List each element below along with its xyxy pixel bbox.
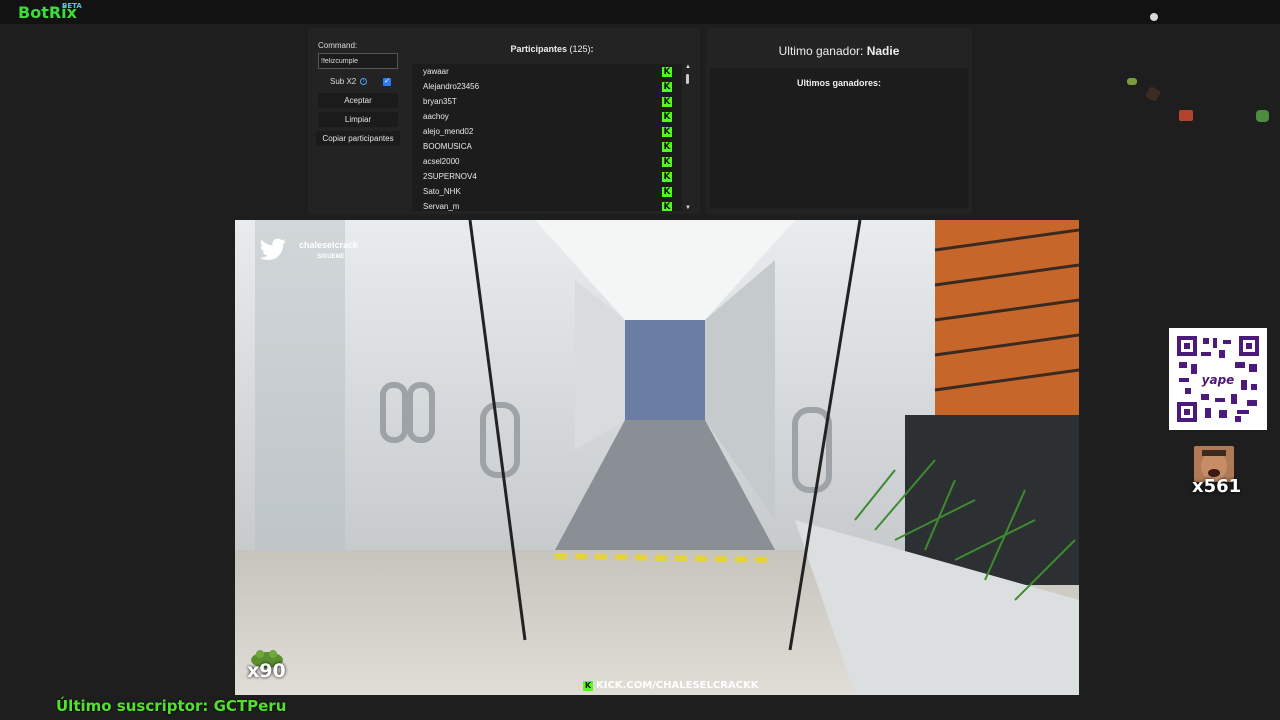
scroll-up-icon[interactable]: ▲ xyxy=(685,64,691,70)
list-item: alejo_mend02 K xyxy=(412,124,682,139)
recent-winners-box: Ultimos ganadores: xyxy=(710,68,968,208)
yape-logo-text: yape xyxy=(1202,373,1235,387)
list-item: 2SUPERNOV4 K xyxy=(412,169,682,184)
list-item: Sato_NHK K xyxy=(412,184,682,199)
participant-name: 2SUPERNOV4 xyxy=(423,172,477,181)
emote-counter: x90 xyxy=(247,660,286,682)
copy-participants-button[interactable]: Copiar participantes xyxy=(316,131,400,146)
kick-icon: K xyxy=(662,112,672,122)
participant-name: bryan35T xyxy=(423,97,457,106)
scroll-thumb[interactable] xyxy=(686,74,689,84)
emote-icon xyxy=(1179,110,1193,121)
participant-name: yawaar xyxy=(423,67,449,76)
kick-icon: K xyxy=(662,187,672,197)
kick-icon: K xyxy=(662,97,672,107)
sidebar-counter: x561 xyxy=(1192,476,1242,497)
kick-icon: K xyxy=(662,142,672,152)
kick-icon: K xyxy=(662,67,672,77)
sub-x2-checkbox[interactable]: ✓ xyxy=(383,78,391,86)
participant-name: aachoy xyxy=(423,112,449,121)
kick-logo-icon: K xyxy=(583,680,593,691)
twitter-icon xyxy=(259,238,286,261)
beta-badge: BETA xyxy=(62,2,82,10)
twitter-handle: chaleselcrack xyxy=(299,240,359,250)
participant-name: acsel2000 xyxy=(423,157,460,166)
last-subscriber: Último suscriptor: GCTPeru xyxy=(56,697,287,715)
info-icon[interactable]: i xyxy=(360,78,368,85)
last-winner-value: Nadie xyxy=(866,44,900,58)
kick-icon: K xyxy=(662,127,672,137)
emote-icon xyxy=(1256,110,1269,122)
last-winner: Ultimo ganador: Nadie xyxy=(706,44,972,58)
list-item: bryan35T K xyxy=(412,94,682,109)
qr-code-icon: yape xyxy=(1175,334,1261,424)
clear-button[interactable]: Limpiar xyxy=(318,112,398,127)
command-label: Command: xyxy=(318,41,358,50)
participants-scrollbar[interactable]: ▲ ▼ xyxy=(684,64,692,211)
kick-url-text: KICK.COM/CHALESELCRACKK xyxy=(596,680,759,691)
twitter-follow-text: SIGUEME xyxy=(317,254,345,260)
eye-icon xyxy=(1150,13,1158,21)
recent-winners-title: Ultimos ganadores: xyxy=(796,78,881,88)
participants-list[interactable]: yawaar K Alejandro23456 K bryan35T K aachoy… xyxy=(412,64,682,211)
list-item: Servan_m K xyxy=(412,199,682,211)
sub-x2-option: Sub X2 i xyxy=(330,77,368,86)
participant-name: Servan_m xyxy=(423,202,460,211)
top-bar: BotRix BETA xyxy=(0,0,1280,24)
giveaway-panel: Command: Sub X2 i ✓ Aceptar Limpiar Copi… xyxy=(308,28,700,214)
last-winner-label: Ultimo ganador: xyxy=(778,44,864,58)
kick-icon: K xyxy=(662,82,672,92)
emote-icon xyxy=(1127,78,1137,85)
participants-count: (125) xyxy=(569,44,591,54)
participant-name: Sato_NHK xyxy=(423,187,461,196)
participants-title: Participantes (125): xyxy=(412,44,692,54)
participant-name: BOOMUSICA xyxy=(423,142,472,151)
kick-icon: K xyxy=(662,172,672,182)
list-item: yawaar K xyxy=(412,64,682,79)
list-item: aachoy K xyxy=(412,109,682,124)
emote-icon xyxy=(1144,85,1162,103)
participant-name: alejo_mend02 xyxy=(423,127,474,136)
yape-qr-code: yape xyxy=(1169,328,1267,430)
list-item: Alejandro23456 K xyxy=(412,79,682,94)
participant-name: Alejandro23456 xyxy=(423,82,480,91)
camera-scene xyxy=(235,220,1079,695)
sub-x2-label: Sub X2 xyxy=(330,77,357,86)
scroll-down-icon[interactable]: ▼ xyxy=(685,205,691,211)
accept-button[interactable]: Aceptar xyxy=(318,93,398,108)
list-item: BOOMUSICA K xyxy=(412,139,682,154)
stream-video: chaleselcrack SIGUEME x90 K KICK.COM/CHA… xyxy=(235,220,1079,695)
command-input[interactable] xyxy=(318,53,398,69)
kick-icon: K xyxy=(662,157,672,167)
list-item: acsel2000 K xyxy=(412,154,682,169)
kick-icon: K xyxy=(662,202,672,211)
participants-title-colon: : xyxy=(590,44,594,54)
winners-panel: Ultimo ganador: Nadie Ultimos ganadores: xyxy=(706,28,972,214)
participants-title-text: Participantes xyxy=(510,44,567,54)
kick-channel-url: K KICK.COM/CHALESELCRACKK xyxy=(583,680,758,691)
